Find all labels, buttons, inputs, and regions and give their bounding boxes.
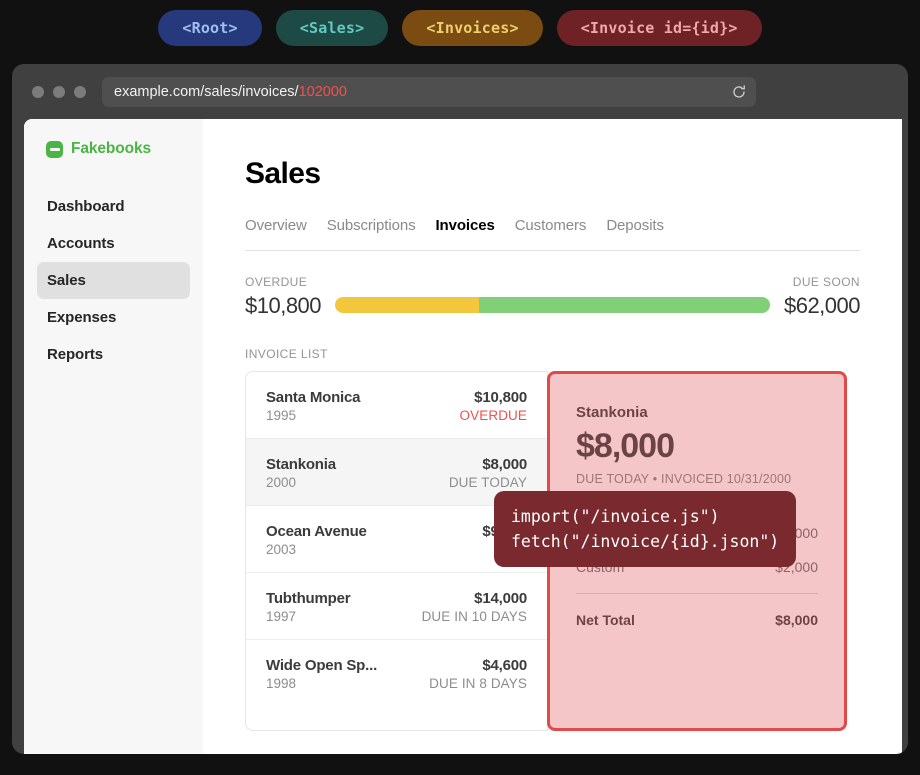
invoice-name: Santa Monica xyxy=(266,389,361,406)
detail-invoice-name: Stankonia xyxy=(576,404,648,421)
invoice-name: Tubthumper xyxy=(266,590,351,607)
url-invoice-id: 102000 xyxy=(298,83,347,100)
reload-icon[interactable] xyxy=(730,83,748,101)
sidebar-nav: Dashboard Accounts Sales Expenses Report… xyxy=(37,188,190,373)
overdue-value: $10,800 xyxy=(245,293,322,318)
sidebar-item-sales[interactable]: Sales xyxy=(37,262,190,299)
overdue-label: OVERDUE xyxy=(245,275,308,289)
invoice-name: Stankonia xyxy=(266,456,336,473)
sidebar: Fakebooks Dashboard Accounts Sales Expen… xyxy=(24,119,203,754)
invoice-year: 2003 xyxy=(266,542,297,557)
page-title: Sales xyxy=(245,157,321,190)
app-viewport: Fakebooks Dashboard Accounts Sales Expen… xyxy=(24,119,902,754)
address-bar[interactable]: example.com/sales/invoices/102000 xyxy=(102,76,756,107)
tab-invoices[interactable]: Invoices xyxy=(435,217,494,234)
invoice-name: Ocean Avenue xyxy=(266,523,367,540)
progress-segment-due-soon xyxy=(478,297,770,313)
route-pill-invoice[interactable]: <Invoice id={id}> xyxy=(556,10,762,46)
divider xyxy=(576,593,818,594)
main-content: Sales Overview Subscriptions Invoices Cu… xyxy=(203,119,902,754)
net-total-amount: $8,000 xyxy=(775,612,818,628)
net-total-label: Net Total xyxy=(576,612,635,628)
route-pill-sales[interactable]: <Sales> xyxy=(275,10,389,46)
invoice-year: 1998 xyxy=(266,676,297,691)
detail-invoice-meta: DUE TODAY • INVOICED 10/31/2000 xyxy=(576,472,792,486)
stat-row: OVERDUE $10,800 DUE SOON $62,000 xyxy=(245,275,861,319)
status-badge: DUE IN 10 DAYS xyxy=(421,609,527,624)
tab-deposits[interactable]: Deposits xyxy=(606,217,664,234)
overdue-duesoon-progress-bar xyxy=(335,297,770,313)
tab-strip: Overview Subscriptions Invoices Customer… xyxy=(245,217,860,251)
overdue-stat: OVERDUE $10,800 xyxy=(245,275,322,319)
fakebooks-logo-icon xyxy=(46,140,63,158)
maximize-window-button[interactable] xyxy=(74,85,86,98)
due-soon-label: DUE SOON xyxy=(792,275,860,289)
code-tooltip: import("/invoice.js") fetch("/invoice/{i… xyxy=(494,491,797,568)
progress-segment-overdue xyxy=(335,297,479,313)
browser-toolbar: example.com/sales/invoices/102000 xyxy=(12,64,908,119)
window-controls xyxy=(32,85,86,98)
table-row[interactable]: Santa Monica $10,800 1995 OVERDUE xyxy=(246,372,547,439)
invoice-year: 1995 xyxy=(266,408,297,423)
close-window-button[interactable] xyxy=(32,85,44,98)
route-pill-invoices[interactable]: <Invoices> xyxy=(402,10,543,46)
due-soon-value: $62,000 xyxy=(783,293,861,318)
invoice-year: 2000 xyxy=(266,475,297,490)
net-total-row: Net Total $8,000 xyxy=(576,603,818,637)
table-row[interactable]: Tubthumper $14,000 1997 DUE IN 10 DAYS xyxy=(246,573,547,640)
url-base: example.com/sales/invoices/ xyxy=(114,83,299,100)
invoice-amount: $10,800 xyxy=(474,389,527,406)
sidebar-item-accounts[interactable]: Accounts xyxy=(37,225,190,262)
route-pill-root[interactable]: <Root> xyxy=(158,10,262,46)
table-row[interactable]: Wide Open Sp... $4,600 1998 DUE IN 8 DAY… xyxy=(246,640,547,706)
tab-overview[interactable]: Overview xyxy=(245,217,307,234)
route-pill-bar: <Root> <Sales> <Invoices> <Invoice id={i… xyxy=(0,0,920,56)
detail-invoice-amount: $8,000 xyxy=(576,427,675,465)
invoice-name: Wide Open Sp... xyxy=(266,657,378,674)
tab-subscriptions[interactable]: Subscriptions xyxy=(327,217,416,234)
sidebar-item-expenses[interactable]: Expenses xyxy=(37,299,190,336)
invoice-amount: $8,000 xyxy=(482,456,527,473)
invoice-amount: $14,000 xyxy=(474,590,527,607)
sidebar-item-reports[interactable]: Reports xyxy=(37,336,190,373)
brand-logo[interactable]: Fakebooks xyxy=(37,137,190,158)
invoice-amount: $4,600 xyxy=(482,657,527,674)
brand-name: Fakebooks xyxy=(71,140,152,157)
status-badge: DUE IN 8 DAYS xyxy=(429,676,527,691)
status-badge: DUE TODAY xyxy=(448,475,527,490)
sidebar-item-dashboard[interactable]: Dashboard xyxy=(37,188,190,225)
tooltip-line-fetch: fetch("/invoice/{id}.json") xyxy=(511,532,780,552)
url-text: example.com/sales/invoices/102000 xyxy=(114,84,347,100)
invoice-list-label: INVOICE LIST xyxy=(245,347,328,361)
tab-customers[interactable]: Customers xyxy=(515,217,587,234)
browser-window: example.com/sales/invoices/102000 Fakebo… xyxy=(12,64,908,754)
due-soon-stat: DUE SOON $62,000 xyxy=(783,275,861,319)
tooltip-line-import: import("/invoice.js") xyxy=(511,507,720,526)
status-badge: OVERDUE xyxy=(459,408,527,423)
minimize-window-button[interactable] xyxy=(53,85,65,98)
invoice-year: 1997 xyxy=(266,609,297,624)
